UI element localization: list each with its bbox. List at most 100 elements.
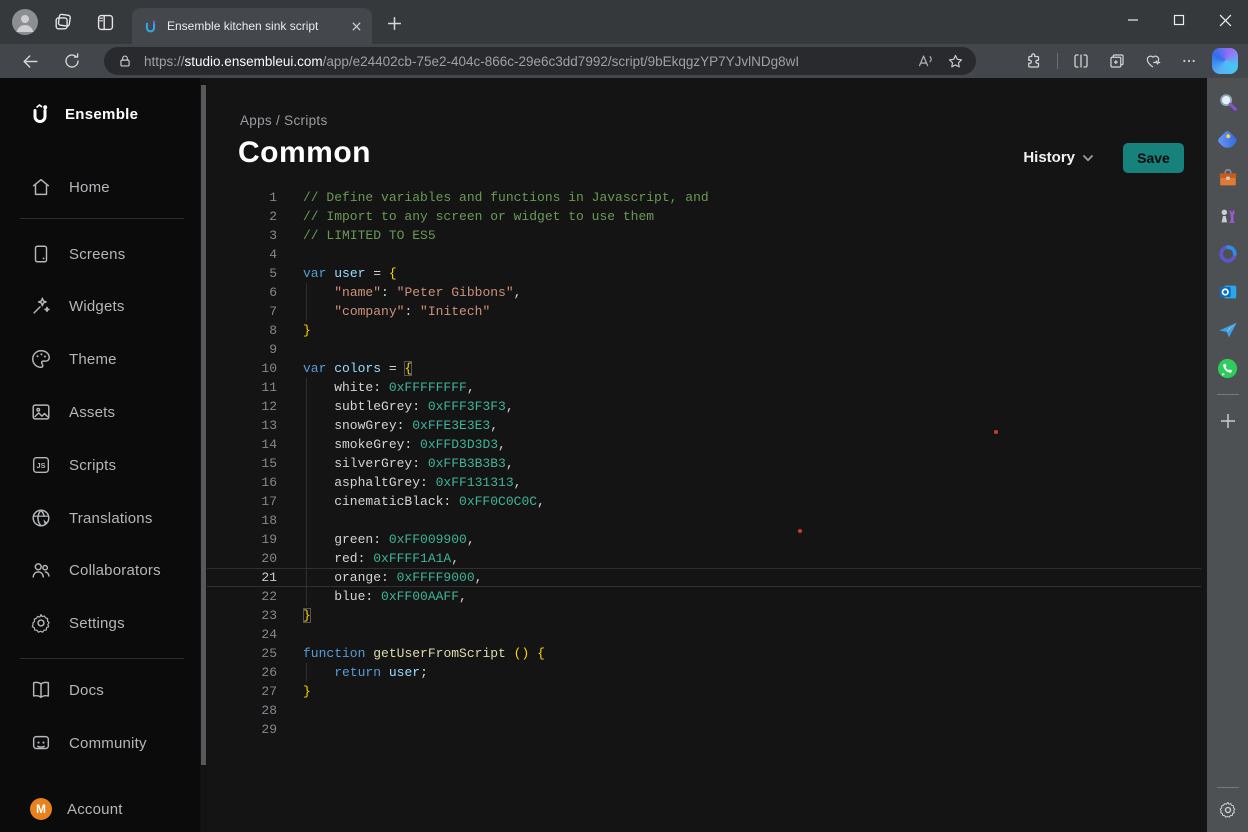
read-aloud-icon[interactable] (914, 50, 936, 72)
tab-title: Ensemble kitchen sink script (167, 19, 343, 33)
scrollbar-thumb[interactable] (201, 85, 206, 765)
code-line[interactable]: 4 (207, 245, 1201, 264)
browser-tab[interactable]: Ensemble kitchen sink script (132, 8, 372, 44)
back-icon[interactable] (16, 47, 44, 75)
line-number: 24 (207, 625, 277, 644)
line-number: 29 (207, 720, 277, 739)
search-icon[interactable] (1216, 90, 1240, 114)
line-number: 6 (207, 283, 277, 302)
extensions-icon[interactable] (1021, 48, 1047, 74)
sidebar-item-docs[interactable]: Docs (30, 677, 104, 703)
sidebar-settings-gear-icon[interactable] (1216, 798, 1240, 822)
games-icon[interactable] (1216, 204, 1240, 228)
sidebar-item-translations[interactable]: Translations (30, 505, 153, 531)
collections-icon[interactable] (1104, 48, 1130, 74)
add-to-sidebar-icon[interactable] (1216, 409, 1240, 433)
sidebar-item-widgets[interactable]: Widgets (30, 293, 125, 319)
whatsapp-icon[interactable] (1216, 356, 1240, 380)
sidebar-divider (20, 658, 184, 659)
address-bar[interactable]: https://studio.ensembleui.com/app/e24402… (104, 47, 976, 75)
code-line[interactable]: 28 (207, 701, 1201, 720)
breadcrumb[interactable]: Apps / Scripts (240, 113, 328, 128)
history-dropdown[interactable]: History (1023, 149, 1095, 166)
browser-tab-bar: Ensemble kitchen sink script (0, 0, 1248, 44)
code-line[interactable]: 6 "name": "Peter Gibbons", (207, 283, 1201, 302)
breadcrumb-apps[interactable]: Apps (240, 113, 272, 128)
breadcrumb-scripts[interactable]: Scripts (284, 113, 327, 128)
line-number: 14 (207, 435, 277, 454)
code-line[interactable]: 22 blue: 0xFF00AAFF, (207, 587, 1201, 606)
code-line[interactable]: 15 silverGrey: 0xFFB3B3B3, (207, 454, 1201, 473)
code-line[interactable]: 24 (207, 625, 1201, 644)
workspaces-icon[interactable] (50, 9, 76, 35)
close-window-button[interactable] (1202, 0, 1248, 40)
code-line[interactable]: 17 cinematicBlack: 0xFF0C0C0C, (207, 492, 1201, 511)
code-line[interactable]: 11 white: 0xFFFFFFFF, (207, 378, 1201, 397)
sidebar-item-account[interactable]: M Account (30, 796, 123, 822)
line-number: 2 (207, 207, 277, 226)
code-line[interactable]: 14 smokeGrey: 0xFFD3D3D3, (207, 435, 1201, 454)
tab-close-icon[interactable] (351, 21, 362, 32)
assets-image-icon (30, 401, 52, 423)
code-line[interactable]: 23} (207, 606, 1201, 625)
code-line[interactable]: 12 subtleGrey: 0xFFF3F3F3, (207, 397, 1201, 416)
sidebar-item-theme[interactable]: Theme (30, 346, 117, 372)
code-editor[interactable]: 1// Define variables and functions in Ja… (207, 188, 1201, 739)
sidebar-item-home[interactable]: Home (30, 174, 110, 200)
code-line[interactable]: 16 asphaltGrey: 0xFF131313, (207, 473, 1201, 492)
new-tab-button[interactable] (384, 13, 404, 33)
tab-actions-icon[interactable] (92, 9, 118, 35)
code-line[interactable]: 21 orange: 0xFFFF9000, (207, 568, 1201, 587)
code-line[interactable]: 13 snowGrey: 0xFFE3E3E3, (207, 416, 1201, 435)
line-number: 16 (207, 473, 277, 492)
microsoft-365-icon[interactable] (1216, 242, 1240, 266)
code-line[interactable]: 29 (207, 720, 1201, 739)
sidebar-item-scripts[interactable]: JS Scripts (30, 452, 116, 478)
tools-icon[interactable] (1216, 166, 1240, 190)
save-button[interactable]: Save (1123, 143, 1184, 173)
line-number: 28 (207, 701, 277, 720)
sidebar-item-collaborators[interactable]: Collaborators (30, 557, 161, 583)
code-line[interactable]: 8} (207, 321, 1201, 340)
tab-favicon-icon (142, 18, 159, 35)
sidebar-item-label: Account (67, 801, 123, 818)
split-screen-icon[interactable] (1068, 48, 1094, 74)
code-line[interactable]: 27} (207, 682, 1201, 701)
code-line[interactable]: 18 (207, 511, 1201, 530)
code-line[interactable]: 9 (207, 340, 1201, 359)
sidebar-item-label: Theme (69, 351, 117, 368)
drop-icon[interactable] (1216, 318, 1240, 342)
rail-divider (1217, 394, 1239, 395)
code-line[interactable]: 3// LIMITED TO ES5 (207, 226, 1201, 245)
favorite-star-icon[interactable] (944, 50, 966, 72)
sidebar-item-community[interactable]: Community (30, 730, 147, 756)
refresh-icon[interactable] (58, 47, 86, 75)
code-line[interactable]: 25function getUserFromScript () { (207, 644, 1201, 663)
svg-text:JS: JS (37, 461, 46, 470)
window-controls (1110, 0, 1248, 40)
browser-essentials-icon[interactable] (1140, 48, 1166, 74)
code-line[interactable]: 20 red: 0xFFFF1A1A, (207, 549, 1201, 568)
code-line[interactable]: 5var user = { (207, 264, 1201, 283)
profile-button[interactable] (12, 9, 38, 35)
line-number: 3 (207, 226, 277, 245)
sidebar-item-screens[interactable]: Screens (30, 241, 125, 267)
more-options-icon[interactable] (1176, 48, 1202, 74)
shopping-icon[interactable] (1216, 128, 1240, 152)
code-line[interactable]: 10var colors = { (207, 359, 1201, 378)
outlook-icon[interactable] (1216, 280, 1240, 304)
sidebar-item-settings[interactable]: Settings (30, 610, 125, 636)
code-line[interactable]: 2// Import to any screen or widget to us… (207, 207, 1201, 226)
url-text[interactable]: https://studio.ensembleui.com/app/e24402… (144, 54, 906, 69)
copilot-icon[interactable] (1212, 48, 1238, 74)
page-scrollbar[interactable] (200, 78, 207, 832)
maximize-button[interactable] (1156, 0, 1202, 40)
lock-icon[interactable] (114, 50, 136, 72)
sidebar-item-assets[interactable]: Assets (30, 399, 115, 425)
code-line[interactable]: 19 green: 0xFF009900, (207, 530, 1201, 549)
browser-window: Ensemble kitchen sink script (0, 0, 1248, 832)
code-line[interactable]: 7 "company": "Initech" (207, 302, 1201, 321)
code-line[interactable]: 26 return user; (207, 663, 1201, 682)
code-line[interactable]: 1// Define variables and functions in Ja… (207, 188, 1201, 207)
minimize-button[interactable] (1110, 0, 1156, 40)
